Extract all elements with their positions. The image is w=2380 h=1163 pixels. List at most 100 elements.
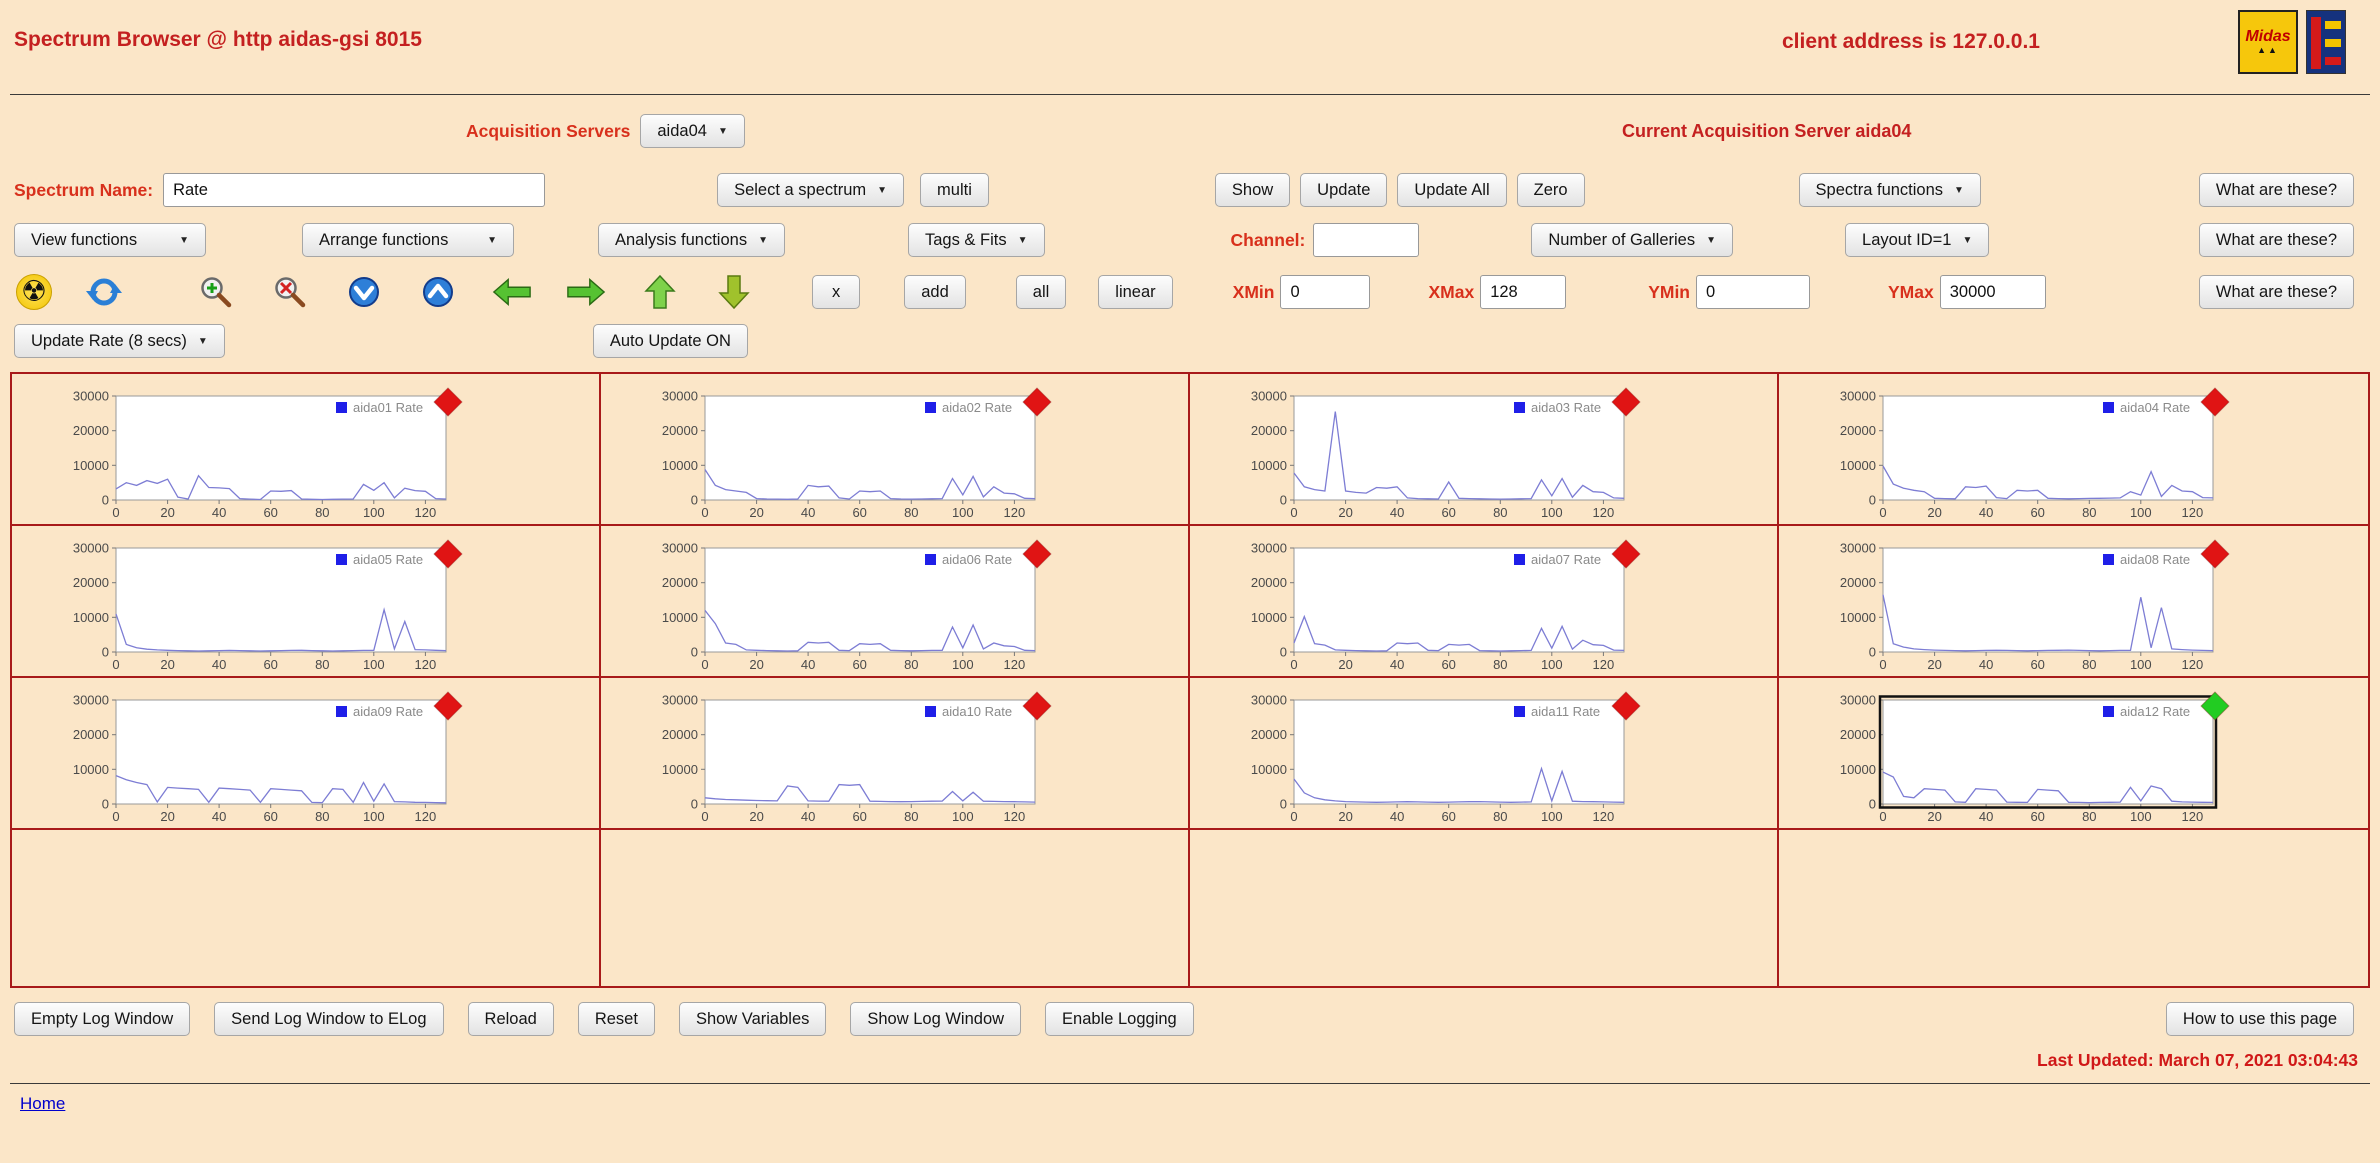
legend-swatch <box>2103 706 2114 717</box>
gallery-cell-aida06[interactable]: 0100002000030000020406080100120aida06 Ra… <box>601 526 1190 678</box>
gallery-cell-aida01[interactable]: 0100002000030000020406080100120aida01 Ra… <box>12 374 601 526</box>
update-button[interactable]: Update <box>1300 173 1387 207</box>
layout-id-dropdown[interactable]: Layout ID=1▼ <box>1845 223 1989 257</box>
chevron-down-icon: ▼ <box>1018 235 1028 246</box>
what-are-these-button-1[interactable]: What are these? <box>2199 173 2354 207</box>
update-row: Update Rate (8 secs)▼ Auto Update ON <box>10 324 2370 358</box>
gallery-cell-aida04[interactable]: 0100002000030000020406080100120aida04 Ra… <box>1779 374 2368 526</box>
send-log-to-elog-button[interactable]: Send Log Window to ELog <box>214 1002 443 1036</box>
arrange-functions-dropdown[interactable]: Arrange functions▼ <box>302 223 514 257</box>
y-tick-label: 10000 <box>73 762 109 777</box>
reload-button[interactable]: Reload <box>468 1002 554 1036</box>
spectrum-chart-aida09: 0100002000030000020406080100120aida09 Ra… <box>16 690 498 824</box>
gallery-cell-aida10[interactable]: 0100002000030000020406080100120aida10 Ra… <box>601 678 1190 830</box>
x-button[interactable]: x <box>812 275 860 309</box>
update-rate-label: Update Rate (8 secs) <box>31 332 187 351</box>
arrow-left-icon[interactable] <box>492 273 532 311</box>
legend-swatch <box>2103 402 2114 413</box>
what-are-these-button-3[interactable]: What are these? <box>2199 275 2354 309</box>
all-button[interactable]: all <box>1016 275 1067 309</box>
x-tick-label: 20 <box>749 505 763 520</box>
enable-logging-button[interactable]: Enable Logging <box>1045 1002 1194 1036</box>
home-link[interactable]: Home <box>20 1094 65 1114</box>
empty-log-window-button[interactable]: Empty Log Window <box>14 1002 190 1036</box>
what-are-these-button-2[interactable]: What are these? <box>2199 223 2354 257</box>
logo-group: Midas ▲▲ <box>2238 10 2346 74</box>
x-tick-label: 60 <box>852 657 866 672</box>
y-tick-label: 0 <box>102 645 109 660</box>
scroll-down-icon[interactable] <box>344 273 384 311</box>
x-tick-label: 0 <box>1290 505 1297 520</box>
x-tick-label: 40 <box>212 809 226 824</box>
spectra-functions-dropdown[interactable]: Spectra functions▼ <box>1799 173 1981 207</box>
y-tick-label: 10000 <box>1251 762 1287 777</box>
reset-button[interactable]: Reset <box>578 1002 655 1036</box>
x-tick-label: 80 <box>1493 809 1507 824</box>
gallery-cell-aida09[interactable]: 0100002000030000020406080100120aida09 Ra… <box>12 678 601 830</box>
linear-button[interactable]: linear <box>1098 275 1172 309</box>
y-tick-label: 0 <box>1869 797 1876 812</box>
multi-button[interactable]: multi <box>920 173 989 207</box>
gallery-cell-aida03[interactable]: 0100002000030000020406080100120aida03 Ra… <box>1190 374 1779 526</box>
zoom-in-icon[interactable] <box>196 273 236 311</box>
x-tick-label: 80 <box>1493 657 1507 672</box>
xmin-input[interactable] <box>1280 275 1370 309</box>
y-tick-label: 20000 <box>1251 727 1287 742</box>
spectrum-name-input[interactable] <box>163 173 545 207</box>
gallery-cell-aida08[interactable]: 0100002000030000020406080100120aida08 Ra… <box>1779 526 2368 678</box>
show-button[interactable]: Show <box>1215 173 1290 207</box>
midas-logo-text: Midas <box>2245 29 2290 45</box>
acquisition-servers-label: Acquisition Servers <box>466 121 630 142</box>
number-of-galleries-dropdown[interactable]: Number of Galleries▼ <box>1531 223 1733 257</box>
gallery-cell-aida07[interactable]: 0100002000030000020406080100120aida07 Ra… <box>1190 526 1779 678</box>
midas-logo: Midas ▲▲ <box>2238 10 2298 74</box>
select-spectrum-label: Select a spectrum <box>734 181 866 200</box>
arrow-down-icon[interactable] <box>714 273 754 311</box>
y-tick-label: 0 <box>102 493 109 508</box>
x-tick-label: 40 <box>212 505 226 520</box>
acquisition-server-select[interactable]: aida04▼ <box>640 114 744 148</box>
xmax-input[interactable] <box>1480 275 1566 309</box>
x-tick-label: 100 <box>2130 809 2152 824</box>
auto-update-button[interactable]: Auto Update ON <box>593 324 748 358</box>
how-to-use-button[interactable]: How to use this page <box>2166 1002 2354 1036</box>
zero-button[interactable]: Zero <box>1517 173 1585 207</box>
x-tick-label: 100 <box>1541 657 1563 672</box>
x-tick-label: 0 <box>701 809 708 824</box>
x-tick-label: 100 <box>952 505 974 520</box>
legend-swatch <box>1514 706 1525 717</box>
x-tick-label: 100 <box>952 809 974 824</box>
radiation-icon[interactable]: ☢ <box>14 273 54 311</box>
ymax-input[interactable] <box>1940 275 2046 309</box>
select-spectrum-dropdown[interactable]: Select a spectrum ▼ <box>717 173 904 207</box>
chevron-down-icon: ▼ <box>877 185 887 196</box>
add-button[interactable]: add <box>904 275 966 309</box>
legend-swatch <box>925 554 936 565</box>
gallery-cell-aida12[interactable]: 0100002000030000020406080100120aida12 Ra… <box>1779 678 2368 830</box>
arrow-up-icon[interactable] <box>640 273 680 311</box>
gallery-cell-aida11[interactable]: 0100002000030000020406080100120aida11 Ra… <box>1190 678 1779 830</box>
y-tick-label: 30000 <box>1251 693 1287 708</box>
ymin-input[interactable] <box>1696 275 1810 309</box>
layout-id-label: Layout ID=1 <box>1862 231 1951 250</box>
zoom-out-icon[interactable] <box>270 273 310 311</box>
show-variables-button[interactable]: Show Variables <box>679 1002 826 1036</box>
spectrum-chart-aida01: 0100002000030000020406080100120aida01 Ra… <box>16 386 498 520</box>
gallery-cell-aida05[interactable]: 0100002000030000020406080100120aida05 Ra… <box>12 526 601 678</box>
spectra-functions-label: Spectra functions <box>1816 181 1944 200</box>
y-tick-label: 10000 <box>73 610 109 625</box>
x-tick-label: 40 <box>801 657 815 672</box>
gallery-cell-aida02[interactable]: 0100002000030000020406080100120aida02 Ra… <box>601 374 1190 526</box>
analysis-functions-dropdown[interactable]: Analysis functions▼ <box>598 223 785 257</box>
update-all-button[interactable]: Update All <box>1397 173 1506 207</box>
x-tick-label: 80 <box>2082 505 2096 520</box>
scroll-up-icon[interactable] <box>418 273 458 311</box>
show-log-window-button[interactable]: Show Log Window <box>850 1002 1021 1036</box>
number-of-galleries-label: Number of Galleries <box>1548 231 1695 250</box>
arrow-right-icon[interactable] <box>566 273 606 311</box>
update-rate-dropdown[interactable]: Update Rate (8 secs)▼ <box>14 324 225 358</box>
channel-input[interactable] <box>1313 223 1419 257</box>
tags-fits-dropdown[interactable]: Tags & Fits▼ <box>908 223 1045 257</box>
view-functions-dropdown[interactable]: View functions▼ <box>14 223 206 257</box>
refresh-icon[interactable] <box>84 273 124 311</box>
